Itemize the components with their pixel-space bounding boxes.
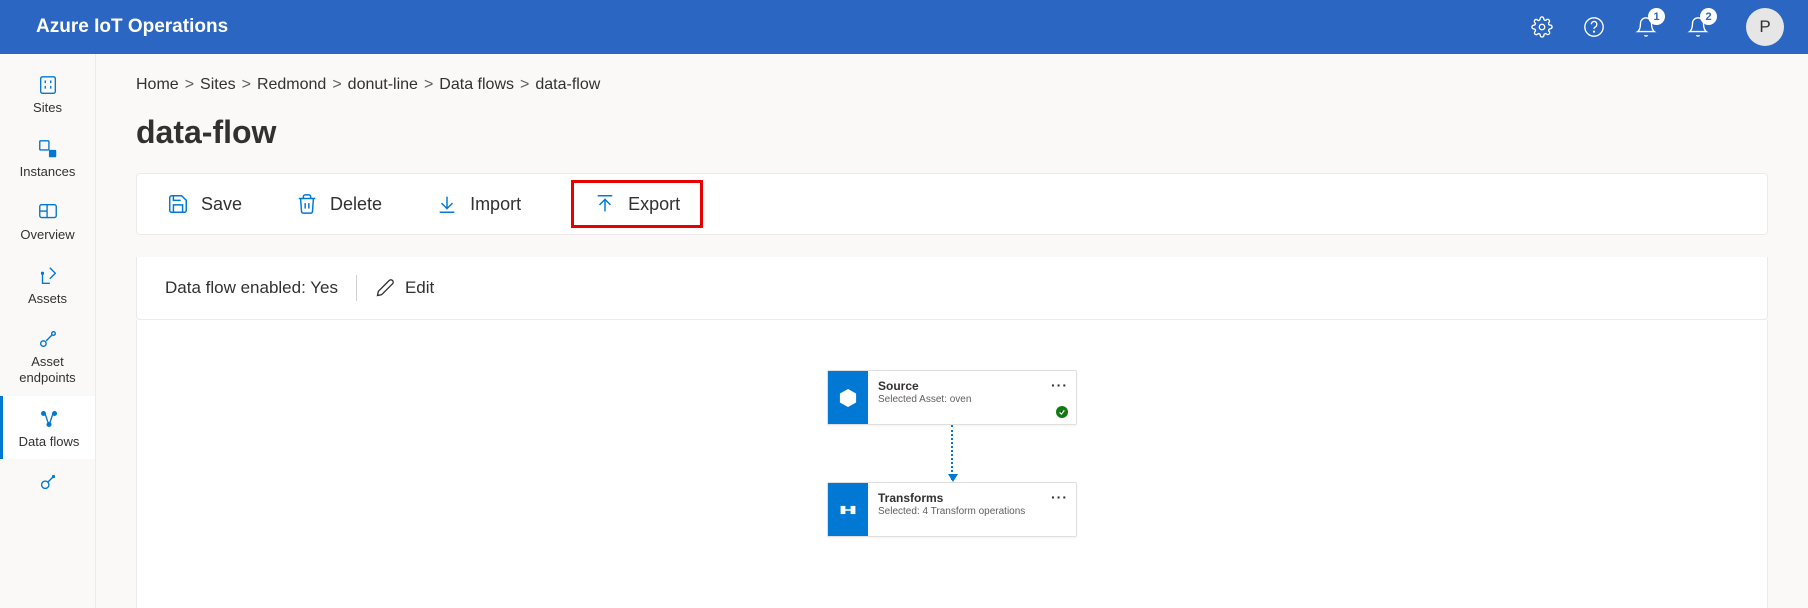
breadcrumb-data-flows[interactable]: Data flows — [439, 76, 514, 94]
header-icons: 1 2 P — [1530, 8, 1784, 46]
status-text: Data flow enabled: Yes — [165, 278, 338, 298]
breadcrumb-current: data-flow — [535, 76, 600, 94]
check-icon — [1056, 406, 1068, 418]
node-title: Transforms — [878, 491, 1066, 505]
connector-arrow — [951, 425, 953, 480]
sidebar-item-sites[interactable]: Sites — [0, 62, 95, 126]
sidebar-label: Data flows — [19, 434, 80, 450]
import-label: Import — [470, 194, 521, 215]
badge-count-2: 2 — [1700, 8, 1717, 25]
sidebar-item-instances[interactable]: Instances — [0, 126, 95, 190]
breadcrumb-donut-line[interactable]: donut-line — [348, 76, 418, 94]
sidebar-label: Overview — [20, 227, 74, 243]
cube-icon — [828, 371, 868, 424]
settings-icon[interactable] — [1530, 15, 1554, 39]
sidebar-label: Instances — [20, 164, 76, 180]
sidebar-label: Assets — [28, 291, 67, 307]
node-transforms[interactable]: Transforms Selected: 4 Transform operati… — [827, 482, 1077, 537]
status-bar: Data flow enabled: Yes Edit — [136, 257, 1768, 320]
import-button[interactable]: Import — [436, 193, 521, 215]
node-title: Source — [878, 379, 1066, 393]
breadcrumb-home[interactable]: Home — [136, 76, 179, 94]
main-content: Home> Sites> Redmond> donut-line> Data f… — [96, 54, 1808, 608]
save-label: Save — [201, 194, 242, 215]
sidebar-item-overview[interactable]: Overview — [0, 189, 95, 253]
sidebar-item-asset-endpoints[interactable]: Asset endpoints — [0, 316, 95, 395]
app-header: Azure IoT Operations 1 2 P — [0, 0, 1808, 54]
node-subtitle: Selected: 4 Transform operations — [878, 506, 1066, 517]
delete-button[interactable]: Delete — [296, 193, 382, 215]
help-icon[interactable] — [1582, 15, 1606, 39]
node-subtitle: Selected Asset: oven — [878, 394, 1066, 405]
app-title: Azure IoT Operations — [36, 16, 1530, 38]
avatar[interactable]: P — [1746, 8, 1784, 46]
edit-label: Edit — [405, 278, 434, 298]
delete-label: Delete — [330, 194, 382, 215]
node-source[interactable]: Source Selected Asset: oven ··· — [827, 370, 1077, 425]
sidebar-label: Asset endpoints — [4, 354, 91, 385]
more-icon[interactable]: ··· — [1051, 377, 1068, 393]
transforms-icon — [828, 483, 868, 536]
toolbar: Save Delete Import Export — [136, 173, 1768, 235]
breadcrumb-sites[interactable]: Sites — [200, 76, 236, 94]
page-title: data-flow — [136, 114, 1768, 151]
breadcrumb-redmond[interactable]: Redmond — [257, 76, 326, 94]
badge-count-1: 1 — [1648, 8, 1665, 25]
save-button[interactable]: Save — [167, 193, 242, 215]
flow-canvas[interactable]: Source Selected Asset: oven ··· Transfor… — [136, 320, 1768, 608]
export-button[interactable]: Export — [571, 180, 703, 228]
more-icon[interactable]: ··· — [1051, 489, 1068, 505]
sidebar: Sites Instances Overview Assets Asset en… — [0, 54, 96, 608]
divider — [356, 275, 357, 301]
sidebar-label: Sites — [33, 100, 62, 116]
breadcrumb: Home> Sites> Redmond> donut-line> Data f… — [136, 76, 1768, 94]
sidebar-item-data-flows[interactable]: Data flows — [0, 396, 95, 460]
notification-icon-1[interactable]: 1 — [1634, 15, 1658, 39]
notification-icon-2[interactable]: 2 — [1686, 15, 1710, 39]
sidebar-item-assets[interactable]: Assets — [0, 253, 95, 317]
export-label: Export — [628, 194, 680, 215]
edit-button[interactable]: Edit — [375, 278, 434, 298]
sidebar-item-more[interactable] — [0, 459, 95, 503]
